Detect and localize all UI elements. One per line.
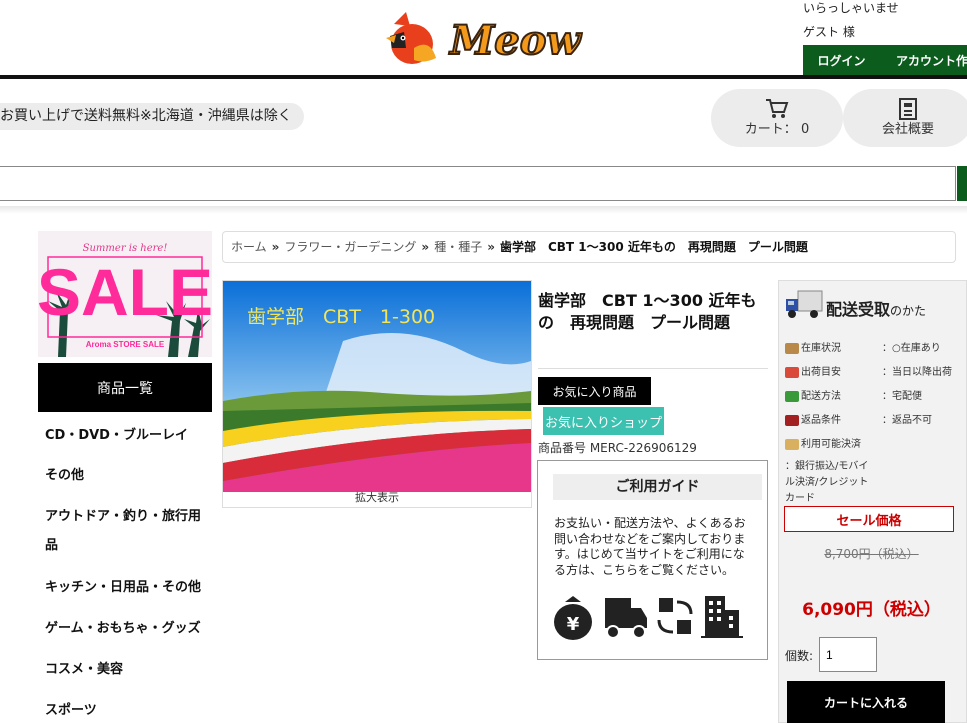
cart-count: 0 bbox=[800, 122, 810, 137]
product-image-frame: 歯学部 CBT 1-300 拡大表示 bbox=[222, 280, 532, 508]
search-button[interactable] bbox=[957, 166, 967, 201]
breadcrumb-flower-garden[interactable]: フラワー・ガーデニング bbox=[284, 240, 416, 254]
usage-guide-text: お支払い・配送方法や、よくあるお問い合わせなどをご案内しております。はじめて当サ… bbox=[554, 516, 746, 577]
ship-date-value: ：当日以降出荷 bbox=[882, 367, 952, 378]
sidebar-item-cosmetics[interactable]: コスメ・美容 bbox=[45, 655, 210, 684]
quantity-label: 個数: bbox=[785, 649, 814, 663]
favorite-item-button[interactable]: お気に入り商品 bbox=[538, 377, 651, 405]
sale-price: 6,090円（税込） bbox=[802, 600, 941, 620]
usage-guide[interactable]: ご利用ガイド お支払い・配送方法や、よくあるお問い合わせなどをご案内しております… bbox=[537, 460, 768, 660]
item-number: 商品番号 MERC-226906129 bbox=[538, 441, 697, 455]
company-info-label: 会社概要 bbox=[881, 122, 934, 137]
favorite-shop-button[interactable]: お気に入りショップ bbox=[543, 407, 664, 435]
cart-button[interactable]: カート： 0 bbox=[711, 89, 843, 147]
delivery-method-label: 配送方法 bbox=[785, 387, 841, 402]
logo-text: Meow bbox=[448, 17, 582, 64]
cart-icon bbox=[766, 99, 789, 118]
sidebar-item-sports[interactable]: スポーツ bbox=[45, 696, 210, 723]
document-icon bbox=[899, 98, 917, 120]
site-logo[interactable]: Meow bbox=[384, 8, 596, 70]
card-icon bbox=[785, 438, 799, 450]
create-account-button[interactable]: アカウント作成 bbox=[880, 45, 967, 75]
exchange-icon bbox=[657, 598, 693, 634]
guide-icons: ¥ bbox=[553, 594, 753, 642]
return-policy-value: ：返品不可 bbox=[882, 415, 932, 426]
box-icon bbox=[785, 342, 799, 354]
add-to-cart-button[interactable]: カートに入れる bbox=[787, 681, 945, 723]
category-menu-title: 商品一覧 bbox=[38, 363, 212, 412]
sidebar-item-outdoor[interactable]: アウトドア・釣り・旅行用品 bbox=[45, 502, 210, 560]
delivery-panel: 配送受取のかた 在庫状況 ：○在庫あり 出荷目安 ：当日以降出荷 配送方法 ：宅… bbox=[778, 280, 967, 723]
breadcrumb-seeds[interactable]: 種・種子 bbox=[434, 240, 482, 254]
search-shadow bbox=[0, 206, 967, 214]
payment-methods-value: ：銀行振込/モバイル決済/クレジットカード bbox=[785, 461, 869, 504]
delivery-method-value: ：宅配便 bbox=[882, 391, 922, 402]
ship-date-label: 出荷目安 bbox=[785, 363, 841, 378]
breadcrumb: ホーム » フラワー・ガーデニング » 種・種子 » 歯学部 CBT 1～300 近年もの … bbox=[222, 231, 956, 263]
sidebar-item-cd-dvd[interactable]: CD・DVD・ブルーレイ bbox=[45, 421, 210, 450]
money-bag-icon: ¥ bbox=[554, 596, 592, 640]
banner-bottom-text: Aroma STORE SALE bbox=[86, 340, 165, 349]
product-image[interactable]: 歯学部 CBT 1-300 bbox=[223, 281, 531, 492]
calendar-icon bbox=[785, 366, 799, 378]
building-icon bbox=[701, 596, 743, 638]
delivery-title: 配送受取のかた bbox=[826, 300, 927, 319]
page: Meow いらっしゃいませ ゲスト 様 ログイン アカウント作成 お買い上げで送… bbox=[0, 0, 967, 723]
login-button[interactable]: ログイン bbox=[803, 45, 880, 75]
truck-icon bbox=[786, 290, 823, 318]
sidebar-item-kitchen[interactable]: キッチン・日用品・その他 bbox=[45, 573, 210, 602]
zoom-link[interactable]: 拡大表示 bbox=[223, 491, 531, 505]
sale-price-label: セール価格 bbox=[784, 506, 954, 532]
sidebar-item-other[interactable]: その他 bbox=[45, 461, 210, 490]
product-image-text: 歯学部 CBT 1-300 bbox=[247, 306, 435, 328]
breadcrumb-home[interactable]: ホーム bbox=[231, 240, 267, 254]
banner-sale-text: SALE bbox=[38, 255, 212, 329]
breadcrumb-separator: » bbox=[271, 240, 280, 254]
payment-methods-label: 利用可能決済 bbox=[785, 435, 861, 450]
title-divider bbox=[538, 368, 768, 369]
breadcrumb-separator: » bbox=[421, 240, 430, 254]
svg-text:¥: ¥ bbox=[567, 614, 580, 635]
company-info-button[interactable]: 会社概要 bbox=[843, 89, 967, 147]
guest-name: ゲスト 様 bbox=[803, 25, 855, 39]
welcome-text: いらっしゃいませ bbox=[803, 1, 899, 15]
arrow-icon bbox=[785, 390, 799, 402]
return-policy-label: 返品条件 bbox=[785, 411, 841, 426]
breadcrumb-current: 歯学部 CBT 1～300 近年もの 再現問題 プール問題 bbox=[499, 240, 808, 254]
cart-label: カート： 0 bbox=[744, 122, 810, 137]
stock-status-value: ：○在庫あり bbox=[882, 343, 941, 354]
banner-top-text: Summer is here! bbox=[83, 243, 168, 254]
stock-status-label: 在庫状況 bbox=[785, 339, 841, 354]
sale-banner[interactable]: Summer is here! SALE Aroma STORE SALE bbox=[38, 231, 212, 357]
return-arrow-icon bbox=[785, 414, 799, 426]
quantity-input[interactable] bbox=[819, 637, 877, 672]
product-title: 歯学部 CBT 1～300 近年もの 再現問題 プール問題 bbox=[538, 291, 757, 332]
free-shipping-notice: お買い上げで送料無料※北海道・沖縄県は除く bbox=[0, 103, 304, 130]
delivery-truck-icon bbox=[605, 598, 647, 639]
original-price: 8,700円（税込） bbox=[824, 547, 919, 561]
breadcrumb-separator: » bbox=[487, 240, 495, 254]
header-divider bbox=[0, 75, 967, 79]
usage-guide-title: ご利用ガイド bbox=[553, 474, 762, 500]
sidebar-item-games[interactable]: ゲーム・おもちゃ・グッズ bbox=[45, 614, 210, 643]
search-input[interactable] bbox=[0, 166, 956, 201]
cardinal-bird-icon: Meow bbox=[386, 12, 583, 65]
